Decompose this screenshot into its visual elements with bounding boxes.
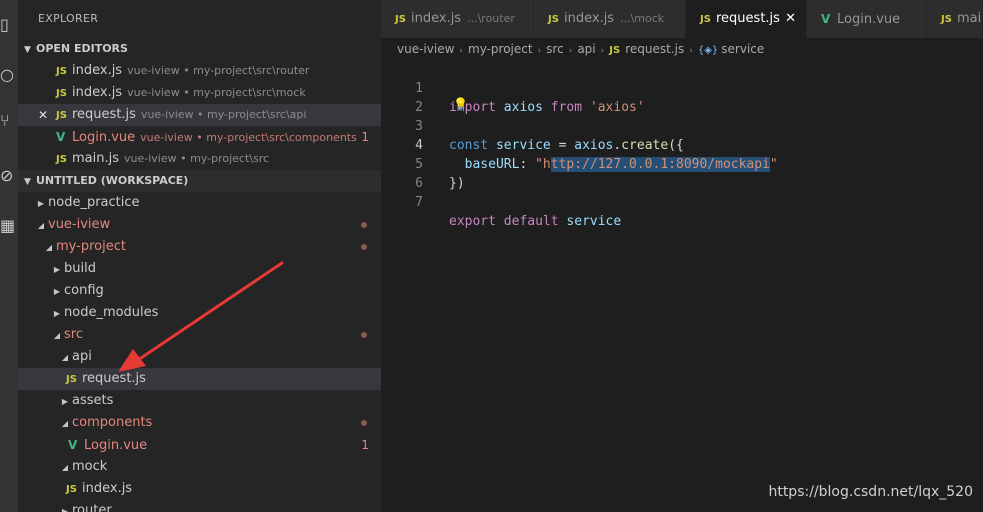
- chevron-down-icon: ◢: [61, 463, 69, 472]
- tree-file[interactable]: V Login.vue 1: [18, 434, 381, 456]
- chevron-right-icon: ▶: [61, 507, 69, 512]
- tree-folder[interactable]: ◢ my-project: [18, 236, 381, 258]
- vue-file-icon: V: [68, 438, 78, 452]
- tree-folder[interactable]: ◢ api: [18, 346, 381, 368]
- js-file-icon: JS: [395, 14, 406, 25]
- search-icon[interactable]: ○: [0, 64, 18, 86]
- open-editor-item-active[interactable]: ✕ JS request.js vue-iview • my-project\src…: [18, 104, 381, 126]
- debug-icon[interactable]: ⊘: [0, 165, 18, 187]
- modified-dot: [361, 332, 367, 338]
- js-file-icon: JS: [609, 45, 621, 56]
- tree-folder[interactable]: ▶ node_practice: [18, 192, 381, 214]
- problem-count-badge: 1: [361, 438, 369, 452]
- chevron-right-icon: ▶: [53, 265, 61, 274]
- tree-folder[interactable]: ▶ router: [18, 500, 381, 512]
- tab-request-active[interactable]: JS request.js ✕: [686, 0, 807, 38]
- js-file-icon: JS: [700, 14, 711, 25]
- chevron-right-icon: ›: [689, 46, 693, 56]
- chevron-down-icon: ◢: [61, 419, 69, 428]
- chevron-down-icon: ◢: [37, 221, 45, 230]
- code-line: 7 export default service: [381, 174, 983, 229]
- open-editor-item[interactable]: JS main.js vue-iview • my-project\src: [18, 148, 381, 170]
- workspace-header[interactable]: ▼ UNTITLED (WORKSPACE): [18, 170, 381, 192]
- code-line: 6: [381, 155, 983, 191]
- breadcrumb-item[interactable]: service: [721, 42, 764, 56]
- close-icon[interactable]: ✕: [785, 0, 796, 38]
- open-editor-item[interactable]: JS index.js vue-iview • my-project\src\rou…: [18, 60, 381, 82]
- variable-icon: {◈}: [697, 45, 719, 56]
- breadcrumb: vue-iview › my-project › src › api › JS request.j…: [381, 38, 983, 60]
- tree-file-selected[interactable]: JS request.js: [18, 368, 381, 390]
- js-file-icon: JS: [548, 14, 559, 25]
- js-file-icon: JS: [56, 110, 67, 121]
- code-editor[interactable]: 1 import axios from 'axios' 2 3 const se…: [381, 60, 983, 512]
- problem-count-badge: 1: [361, 130, 369, 144]
- breadcrumb-item[interactable]: vue-iview: [397, 42, 454, 56]
- open-editors-header[interactable]: ▼ OPEN EDITORS: [18, 38, 381, 60]
- modified-dot: [361, 420, 367, 426]
- chevron-down-icon: ◢: [53, 331, 61, 340]
- tree-folder[interactable]: ◢ vue-iview: [18, 214, 381, 236]
- vue-file-icon: V: [821, 12, 831, 26]
- extensions-icon[interactable]: ▦: [0, 215, 18, 237]
- chevron-right-icon: ›: [537, 46, 542, 56]
- chevron-right-icon: ▶: [53, 287, 61, 296]
- files-icon[interactable]: ▯: [0, 14, 18, 36]
- code-line: 2: [381, 79, 983, 115]
- vue-file-icon: V: [56, 130, 66, 144]
- tab-index-mock[interactable]: JS index.js ...\mock: [534, 0, 686, 38]
- modified-dot: [361, 244, 367, 250]
- js-file-icon: JS: [941, 14, 952, 25]
- code-line: 1 import axios from 'axios': [381, 60, 983, 115]
- activity-bar: ▯ ○ ⑂ ⊘ ▦: [0, 0, 18, 512]
- js-file-icon: JS: [56, 88, 67, 99]
- code-line: 3 const service = axios.create({ 💡: [381, 95, 983, 153]
- breadcrumb-item[interactable]: request.js: [625, 42, 684, 56]
- chevron-down-icon: ◢: [45, 243, 53, 252]
- breadcrumb-item[interactable]: my-project: [468, 42, 533, 56]
- tree-folder[interactable]: ◢ src: [18, 324, 381, 346]
- tree-folder[interactable]: ◢ mock: [18, 456, 381, 478]
- explorer-title: EXPLORER: [38, 12, 99, 25]
- tree-folder[interactable]: ▶ node_modules: [18, 302, 381, 324]
- open-editor-item[interactable]: V Login.vue vue-iview • my-project\src\com…: [18, 126, 381, 148]
- breadcrumb-item[interactable]: api: [577, 42, 595, 56]
- chevron-down-icon: ▼: [24, 177, 31, 187]
- chevron-right-icon: ›: [568, 46, 573, 56]
- lightbulb-icon[interactable]: 💡: [453, 95, 468, 114]
- js-file-icon: JS: [56, 66, 67, 77]
- tab-main[interactable]: JSmain: [927, 0, 983, 38]
- tab-index-router[interactable]: JS index.js ...\router: [381, 0, 534, 38]
- breadcrumb-item[interactable]: src: [546, 42, 564, 56]
- chevron-right-icon: ›: [600, 46, 605, 56]
- chevron-right-icon: ▶: [61, 397, 69, 406]
- chevron-right-icon: ›: [459, 46, 463, 56]
- code-line-current: 4 baseURL: "http://127.0.0.1:8090/mockap…: [381, 117, 983, 172]
- code-line: 5 }): [381, 136, 983, 191]
- tree-folder[interactable]: ◢ components: [18, 412, 381, 434]
- tree-file[interactable]: JS index.js: [18, 478, 381, 500]
- watermark: https://blog.csdn.net/lqx_520: [768, 484, 973, 500]
- js-file-icon: JS: [56, 154, 67, 165]
- line-number: 7: [415, 195, 423, 210]
- open-editor-item[interactable]: JS index.js vue-iview • my-project\src\moc…: [18, 82, 381, 104]
- tab-login-vue[interactable]: V Login.vue: [807, 0, 927, 38]
- chevron-down-icon: ◢: [61, 353, 69, 362]
- close-icon[interactable]: ✕: [38, 104, 48, 126]
- js-file-icon: JS: [66, 484, 77, 495]
- modified-dot: [361, 222, 367, 228]
- tree-folder[interactable]: ▶ build: [18, 258, 381, 280]
- chevron-right-icon: ▶: [53, 309, 61, 318]
- chevron-right-icon: ▶: [37, 199, 45, 208]
- editor-tabs: JS index.js ...\router JS index.js ...\mock …: [381, 0, 983, 38]
- tree-folder[interactable]: ▶ assets: [18, 390, 381, 412]
- explorer-sidebar: EXPLORER ▼ OPEN EDITORS JS index.js vue-ivi…: [18, 0, 381, 512]
- source-control-icon[interactable]: ⑂: [0, 110, 18, 132]
- chevron-down-icon: ▼: [24, 45, 31, 55]
- tree-folder[interactable]: ▶ config: [18, 280, 381, 302]
- js-file-icon: JS: [66, 374, 77, 385]
